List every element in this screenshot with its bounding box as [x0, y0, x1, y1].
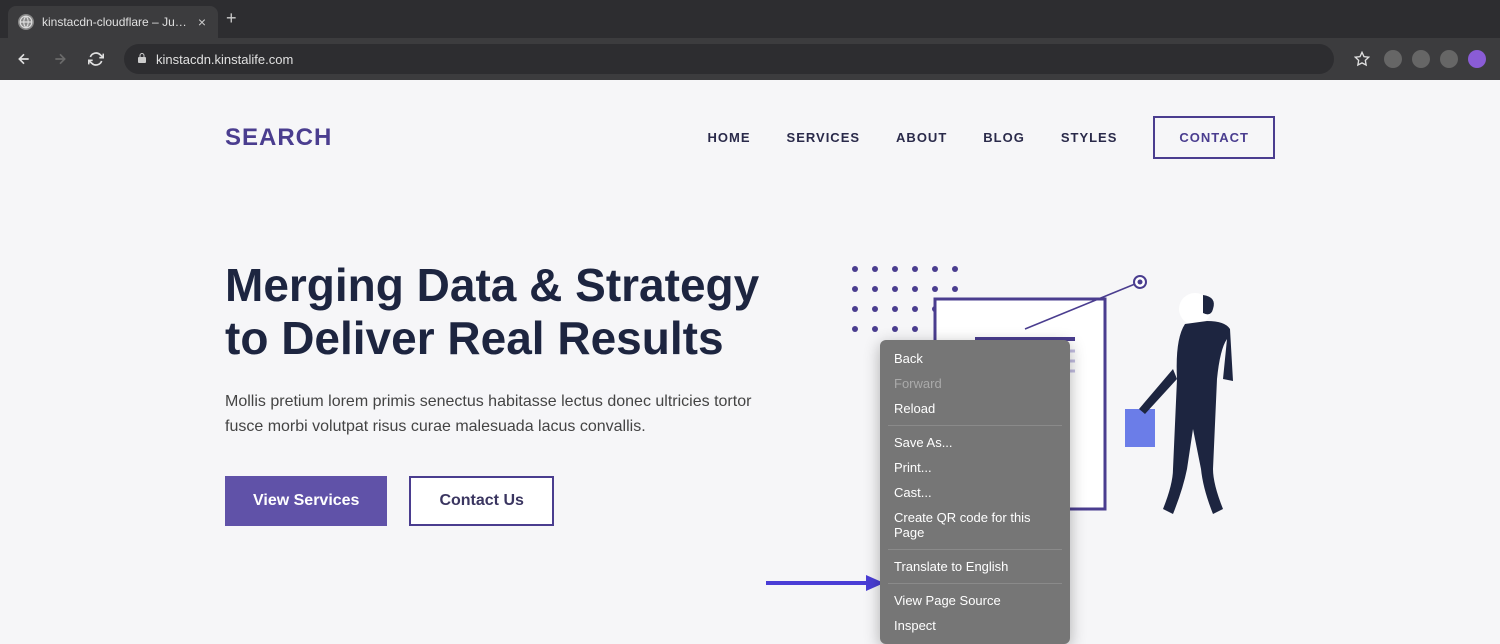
context-menu: Back Forward Reload Save As... Print... …	[880, 340, 1070, 644]
hero-text: Merging Data & Strategy to Deliver Real …	[225, 259, 785, 579]
ctx-forward: Forward	[880, 371, 1070, 396]
hero-section: Merging Data & Strategy to Deliver Real …	[225, 259, 1275, 579]
close-icon[interactable]: ×	[196, 14, 208, 30]
ctx-back[interactable]: Back	[880, 346, 1070, 371]
view-services-button[interactable]: View Services	[225, 476, 387, 526]
back-button[interactable]	[10, 45, 38, 73]
ctx-reload[interactable]: Reload	[880, 396, 1070, 421]
nav-menu: HOME SERVICES ABOUT BLOG STYLES CONTACT	[708, 116, 1275, 159]
browser-chrome: kinstacdn-cloudflare – Just an × + kinst…	[0, 0, 1500, 80]
hero-description: Mollis pretium lorem primis senectus hab…	[225, 389, 785, 440]
lock-icon	[136, 52, 148, 67]
divider	[888, 549, 1062, 550]
new-tab-button[interactable]: +	[218, 4, 245, 33]
nav-about[interactable]: ABOUT	[896, 130, 947, 145]
site-header: SEARCH HOME SERVICES ABOUT BLOG STYLES C…	[225, 116, 1275, 159]
nav-blog[interactable]: BLOG	[983, 130, 1025, 145]
nav-home[interactable]: HOME	[708, 130, 751, 145]
ctx-cast[interactable]: Cast...	[880, 480, 1070, 505]
tab-title: kinstacdn-cloudflare – Just an	[42, 15, 188, 29]
extension-icon[interactable]	[1468, 50, 1486, 68]
tab-bar: kinstacdn-cloudflare – Just an × +	[0, 0, 1500, 38]
ctx-translate[interactable]: Translate to English	[880, 554, 1070, 579]
hero-title: Merging Data & Strategy to Deliver Real …	[225, 259, 785, 365]
container: SEARCH HOME SERVICES ABOUT BLOG STYLES C…	[225, 80, 1275, 579]
page-content: SEARCH HOME SERVICES ABOUT BLOG STYLES C…	[0, 80, 1500, 634]
divider	[888, 425, 1062, 426]
extension-icon[interactable]	[1384, 50, 1402, 68]
address-bar[interactable]: kinstacdn.kinstalife.com	[124, 44, 1334, 74]
reload-button[interactable]	[82, 45, 110, 73]
logo[interactable]: SEARCH	[225, 124, 332, 152]
extension-icon[interactable]	[1440, 50, 1458, 68]
nav-styles[interactable]: STYLES	[1061, 130, 1118, 145]
divider	[888, 583, 1062, 584]
ctx-qr-code[interactable]: Create QR code for this Page	[880, 505, 1070, 545]
globe-icon	[18, 14, 34, 30]
annotation-arrow	[766, 573, 886, 593]
extension-icons	[1384, 50, 1490, 68]
ctx-view-source[interactable]: View Page Source	[880, 588, 1070, 613]
star-icon[interactable]	[1348, 45, 1376, 73]
nav-bar: kinstacdn.kinstalife.com	[0, 38, 1500, 80]
extension-icon[interactable]	[1412, 50, 1430, 68]
url-text: kinstacdn.kinstalife.com	[156, 52, 293, 67]
ctx-inspect[interactable]: Inspect	[880, 613, 1070, 638]
browser-tab[interactable]: kinstacdn-cloudflare – Just an ×	[8, 6, 218, 38]
nav-contact[interactable]: CONTACT	[1153, 116, 1275, 159]
contact-us-button[interactable]: Contact Us	[409, 476, 553, 526]
ctx-save-as[interactable]: Save As...	[880, 430, 1070, 455]
ctx-print[interactable]: Print...	[880, 455, 1070, 480]
forward-button[interactable]	[46, 45, 74, 73]
nav-services[interactable]: SERVICES	[787, 130, 861, 145]
hero-buttons: View Services Contact Us	[225, 476, 785, 526]
